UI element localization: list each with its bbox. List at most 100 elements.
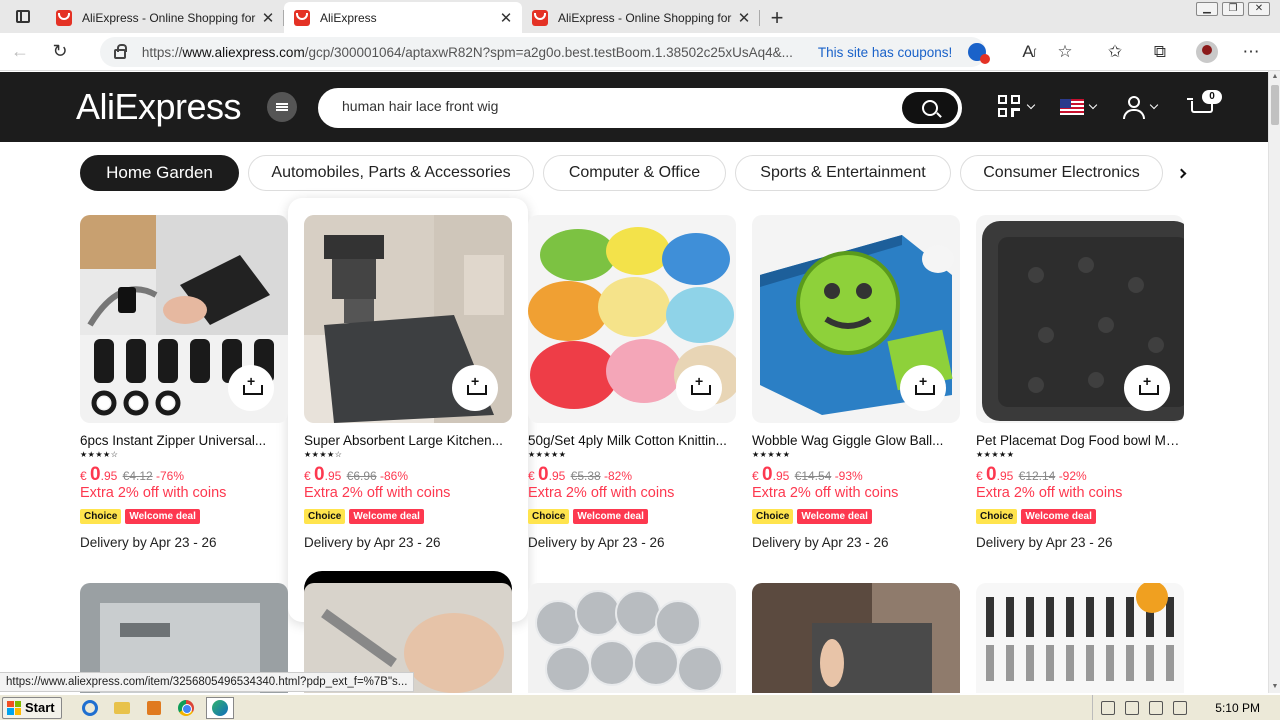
- coupon-extension-icon[interactable]: [968, 43, 990, 64]
- collections-icon[interactable]: ⧉: [1145, 33, 1175, 71]
- address-toolbar: ← ↻ https://www.aliexpress.com/gcp/30000…: [0, 33, 1280, 71]
- action-center-icon[interactable]: [1149, 700, 1164, 715]
- coins-offer: Extra 2% off with coins: [976, 485, 1123, 501]
- add-cart-icon: [241, 373, 263, 397]
- tab-actions-button[interactable]: [0, 0, 46, 33]
- start-button[interactable]: Start: [2, 696, 62, 719]
- product-image-wobble-ball[interactable]: [752, 215, 960, 423]
- maximize-button[interactable]: ❐: [1222, 2, 1244, 16]
- product-card[interactable]: Pet Placemat Dog Food bowl Ma... ★★★★★ €…: [976, 215, 1184, 550]
- folder-icon: [113, 701, 130, 714]
- back-button[interactable]: ←: [0, 33, 40, 71]
- add-to-cart-button[interactable]: [452, 365, 498, 411]
- category-pill-automobiles[interactable]: Automobiles, Parts & Accessories: [248, 155, 534, 191]
- tab-title: AliExpress - Online Shopping for: [82, 10, 256, 25]
- read-aloud-icon[interactable]: Aʃ: [1014, 33, 1044, 71]
- taskbar-media[interactable]: [142, 697, 166, 719]
- search-input[interactable]: [342, 98, 902, 114]
- product-image-row2-3[interactable]: [528, 583, 736, 693]
- product-card[interactable]: 50g/Set 4ply Milk Cotton Knittin... ★★★★…: [528, 215, 736, 550]
- category-menu-button[interactable]: [267, 92, 297, 122]
- delivery-estimate: Delivery by Apr 23 - 26: [304, 535, 441, 550]
- product-title[interactable]: 50g/Set 4ply Milk Cotton Knittin...: [528, 433, 736, 448]
- product-image-row2-5[interactable]: [976, 583, 1184, 693]
- site-header: AliExpress: [0, 72, 1268, 142]
- add-cart-icon: [465, 373, 487, 397]
- page-scrollbar[interactable]: ▲ ▼: [1268, 71, 1280, 693]
- rating-stars: ★★★★★: [976, 450, 1015, 459]
- choice-badge: Choice: [80, 509, 122, 524]
- address-bar[interactable]: https://www.aliexpress.com/gcp/300001064…: [100, 37, 990, 67]
- country-selector[interactable]: [1060, 92, 1098, 122]
- product-price: € 0.95 €6.96 -86%: [304, 464, 409, 485]
- product-image-kitchen-mat[interactable]: [304, 215, 512, 423]
- close-tab-icon[interactable]: ✕: [498, 9, 514, 27]
- hamburger-icon: [276, 103, 288, 111]
- welcome-deal-badge: Welcome deal: [1021, 509, 1096, 524]
- network-icon[interactable]: [1125, 700, 1140, 715]
- browser-tab-2[interactable]: AliExpress ✕: [284, 2, 522, 33]
- search-icon: [922, 100, 938, 116]
- account-button[interactable]: [1123, 92, 1159, 122]
- product-card[interactable]: Wobble Wag Giggle Glow Ball... ★★★★★ € 0…: [752, 215, 960, 550]
- choice-badge: Choice: [976, 509, 1018, 524]
- profile-button[interactable]: [1192, 33, 1222, 71]
- app-qr-button[interactable]: [998, 92, 1036, 122]
- category-pill-home-garden[interactable]: Home Garden: [80, 155, 239, 191]
- link-status-bar: https://www.aliexpress.com/item/32568054…: [0, 672, 415, 692]
- aliexpress-favicon-icon: [56, 9, 72, 26]
- add-to-cart-button[interactable]: [228, 365, 274, 411]
- category-pill-consumer-electronics[interactable]: Consumer Electronics: [960, 155, 1163, 191]
- add-cart-icon: [689, 373, 711, 397]
- flag-icon[interactable]: [1173, 700, 1188, 715]
- product-image-zippers[interactable]: [80, 215, 288, 423]
- taskbar-chrome[interactable]: [174, 697, 198, 719]
- product-image-yarn[interactable]: [528, 215, 736, 423]
- reload-button[interactable]: ↻: [40, 33, 80, 71]
- clock[interactable]: 5:10 PM: [1215, 701, 1260, 715]
- settings-menu-icon[interactable]: ⋯: [1236, 33, 1266, 71]
- rating-stars: ★★★★☆: [304, 450, 343, 459]
- favorites-icon[interactable]: ✩: [1100, 33, 1130, 71]
- add-to-cart-button[interactable]: [900, 365, 946, 411]
- close-tab-icon[interactable]: ✕: [260, 9, 276, 27]
- lock-icon[interactable]: [114, 44, 127, 59]
- add-to-cart-button[interactable]: [676, 365, 722, 411]
- browser-tab-3[interactable]: AliExpress - Online Shopping for ✕: [522, 2, 760, 33]
- minimize-button[interactable]: ▁: [1196, 2, 1218, 16]
- internet-explorer-icon: [81, 699, 98, 716]
- taskbar-edge[interactable]: [205, 696, 234, 719]
- taskbar-explorer[interactable]: [110, 697, 134, 719]
- delivery-estimate: Delivery by Apr 23 - 26: [752, 535, 889, 550]
- aliexpress-logo[interactable]: AliExpress: [76, 86, 242, 128]
- taskbar-ie[interactable]: [78, 697, 102, 719]
- coupons-link[interactable]: This site has coupons!: [818, 45, 952, 60]
- volume-icon[interactable]: [1101, 700, 1116, 715]
- product-card[interactable]: Super Absorbent Large Kitchen... ★★★★☆ €…: [304, 215, 512, 550]
- product-image-row2-4[interactable]: [752, 583, 960, 693]
- welcome-deal-badge: Welcome deal: [349, 509, 424, 524]
- product-title[interactable]: Super Absorbent Large Kitchen...: [304, 433, 512, 448]
- search-button[interactable]: [902, 92, 958, 124]
- scroll-up-icon[interactable]: ▲: [1271, 73, 1279, 81]
- category-pill-computer-office[interactable]: Computer & Office: [543, 155, 726, 191]
- product-title[interactable]: 6pcs Instant Zipper Universal...: [80, 433, 288, 448]
- new-tab-button[interactable]: +: [760, 2, 794, 33]
- scroll-down-icon[interactable]: ▼: [1271, 683, 1279, 691]
- add-to-cart-button[interactable]: [1124, 365, 1170, 411]
- close-window-button[interactable]: ✕: [1248, 2, 1270, 16]
- add-favorite-icon[interactable]: ☆: [1050, 33, 1080, 71]
- aliexpress-favicon-icon: [294, 9, 310, 26]
- product-title[interactable]: Pet Placemat Dog Food bowl Ma...: [976, 433, 1184, 448]
- browser-tab-1[interactable]: AliExpress - Online Shopping for ✕: [46, 2, 284, 33]
- scroll-thumb[interactable]: [1271, 85, 1279, 125]
- welcome-deal-badge: Welcome deal: [797, 509, 872, 524]
- product-card[interactable]: 6pcs Instant Zipper Universal... ★★★★☆ €…: [80, 215, 288, 550]
- category-next-button[interactable]: [1172, 164, 1190, 182]
- search-bar: [318, 88, 962, 128]
- url-text[interactable]: https://www.aliexpress.com/gcp/300001064…: [142, 45, 808, 60]
- product-title[interactable]: Wobble Wag Giggle Glow Ball...: [752, 433, 960, 448]
- category-pill-sports[interactable]: Sports & Entertainment: [735, 155, 951, 191]
- product-image-pet-placemat[interactable]: [976, 215, 1184, 423]
- close-tab-icon[interactable]: ✕: [736, 9, 752, 27]
